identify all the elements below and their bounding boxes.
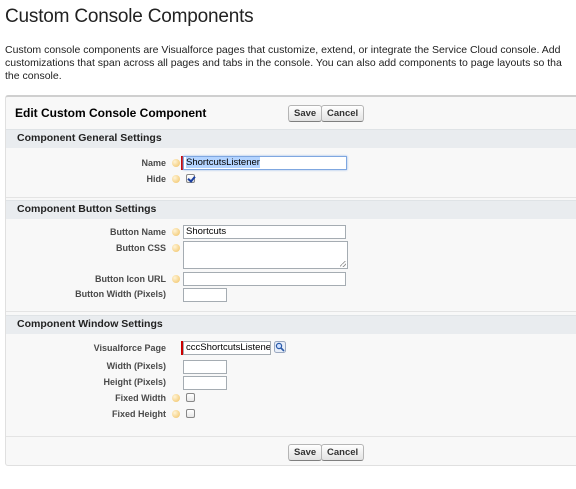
- visualforce-page-value: cccShortcutsListene: [186, 342, 271, 353]
- footer-divider: [6, 436, 576, 437]
- page-description: Custom console components are Visualforc…: [5, 44, 576, 83]
- help-bubble-icon: [172, 175, 180, 183]
- button-icon-url-input[interactable]: [183, 272, 346, 286]
- section-divider: [6, 311, 576, 312]
- general-settings-heading: Component General Settings: [17, 132, 162, 144]
- intro-line-3: the console.: [5, 70, 62, 82]
- help-bubble-icon: [172, 410, 180, 418]
- fixed-width-label: Fixed Width: [115, 393, 166, 403]
- button-css-label: Button CSS: [116, 243, 166, 253]
- button-settings-heading: Component Button Settings: [17, 203, 157, 215]
- help-bubble-icon: [172, 244, 180, 252]
- hide-checkbox[interactable]: [186, 174, 195, 183]
- cancel-button-top[interactable]: Cancel: [321, 105, 365, 122]
- visualforce-page-label: Visualforce Page: [93, 343, 166, 353]
- intro-line-1: Custom console components are Visualforc…: [5, 44, 561, 56]
- page-title: Custom Console Components: [5, 6, 254, 27]
- help-bubble-icon: [172, 159, 180, 167]
- resize-grip-icon[interactable]: [340, 261, 346, 267]
- button-settings-header: Component Button Settings: [6, 200, 576, 219]
- button-css-textarea[interactable]: [183, 241, 348, 269]
- fixed-width-checkbox[interactable]: [186, 393, 195, 402]
- help-bubble-icon: [172, 275, 180, 283]
- window-settings-header: Component Window Settings: [6, 315, 576, 334]
- button-name-label: Button Name: [110, 227, 166, 237]
- save-button-top[interactable]: Save: [288, 105, 323, 122]
- general-settings-header: Component General Settings: [6, 129, 576, 148]
- window-width-input[interactable]: [183, 360, 227, 374]
- cancel-button-bottom[interactable]: Cancel: [321, 444, 365, 461]
- intro-line-2: customizations that span across all page…: [5, 57, 562, 69]
- section-divider: [6, 197, 576, 198]
- window-height-label: Height (Pixels): [103, 377, 166, 387]
- window-settings-heading: Component Window Settings: [17, 318, 163, 330]
- edit-form-title: Edit Custom Console Component: [15, 106, 207, 120]
- window-width-label: Width (Pixels): [106, 361, 166, 371]
- name-input-value: ShortcutsListener: [186, 157, 260, 168]
- help-bubble-icon: [172, 228, 180, 236]
- name-input[interactable]: ShortcutsListener: [183, 156, 347, 170]
- button-icon-url-label: Button Icon URL: [95, 274, 166, 284]
- name-label: Name: [141, 158, 166, 168]
- visualforce-page-input[interactable]: cccShortcutsListene: [183, 341, 271, 355]
- button-width-label: Button Width (Pixels): [75, 289, 166, 299]
- fixed-height-checkbox[interactable]: [186, 409, 195, 418]
- button-name-input[interactable]: Shortcuts: [183, 225, 346, 239]
- button-width-input[interactable]: [183, 288, 227, 302]
- lookup-magnifier-icon[interactable]: [274, 341, 286, 353]
- window-height-input[interactable]: [183, 376, 227, 390]
- hide-label: Hide: [146, 174, 166, 184]
- save-button-bottom[interactable]: Save: [288, 444, 323, 461]
- fixed-height-label: Fixed Height: [111, 409, 166, 419]
- help-bubble-icon: [172, 394, 180, 402]
- button-name-value: Shortcuts: [186, 226, 227, 237]
- edit-component-panel: Edit Custom Console Component Save Cance…: [5, 95, 576, 466]
